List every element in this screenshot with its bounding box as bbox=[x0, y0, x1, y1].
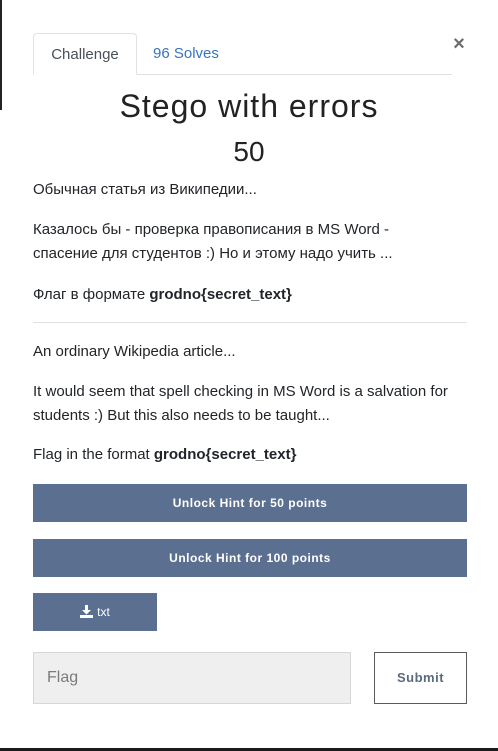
flag-format-prefix-en: Flag in the format bbox=[33, 446, 154, 463]
download-file-button[interactable]: txt bbox=[33, 593, 157, 631]
description-ru-intro: Обычная статья из Википедии... bbox=[33, 181, 257, 198]
challenge-title: Stego with errors bbox=[119, 88, 379, 124]
flag-input[interactable] bbox=[33, 652, 351, 704]
flag-format-ru: grodno{secret_text} bbox=[149, 286, 292, 303]
description-ru-body-line1: Казалось бы - проверка правописания в MS… bbox=[33, 221, 390, 238]
tab-bar: Challenge 96 Solves bbox=[33, 33, 452, 75]
description-en-body: It would seem that spell checking in MS … bbox=[33, 380, 473, 428]
unlock-hint-50-button[interactable]: Unlock Hint for 50 points bbox=[33, 484, 467, 522]
description-en-body-line2: students :) But this also needs to be ta… bbox=[33, 407, 330, 424]
description-ru-body-line2: спасение для студентов :) Но и этому над… bbox=[33, 245, 393, 262]
challenge-points: 50 bbox=[233, 136, 265, 167]
challenge-modal: Challenge 96 Solves × Stego with errors … bbox=[0, 0, 498, 751]
description-divider bbox=[33, 322, 467, 323]
submit-button[interactable]: Submit bbox=[374, 652, 467, 704]
unlock-hint-100-button[interactable]: Unlock Hint for 100 points bbox=[33, 539, 467, 577]
description-en-flag-format: Flag in the format grodno{secret_text} bbox=[33, 443, 473, 467]
description-ru-body: Казалось бы - проверка правописания в MS… bbox=[33, 218, 473, 266]
description-ru-flag-format: Флаг в формате grodno{secret_text} bbox=[33, 283, 473, 307]
close-icon[interactable]: × bbox=[450, 32, 468, 56]
tab-solves[interactable]: 96 Solves bbox=[153, 33, 219, 74]
description-en-body-line1: It would seem that spell checking in MS … bbox=[33, 383, 448, 400]
tab-challenge[interactable]: Challenge bbox=[33, 33, 137, 75]
download-icon bbox=[80, 605, 94, 618]
flag-format-prefix-ru: Флаг в формате bbox=[33, 286, 150, 303]
download-file-label: txt bbox=[97, 605, 110, 619]
description-en-intro: An ordinary Wikipedia article... bbox=[33, 343, 236, 360]
flag-format-en: grodno{secret_text} bbox=[153, 446, 297, 463]
